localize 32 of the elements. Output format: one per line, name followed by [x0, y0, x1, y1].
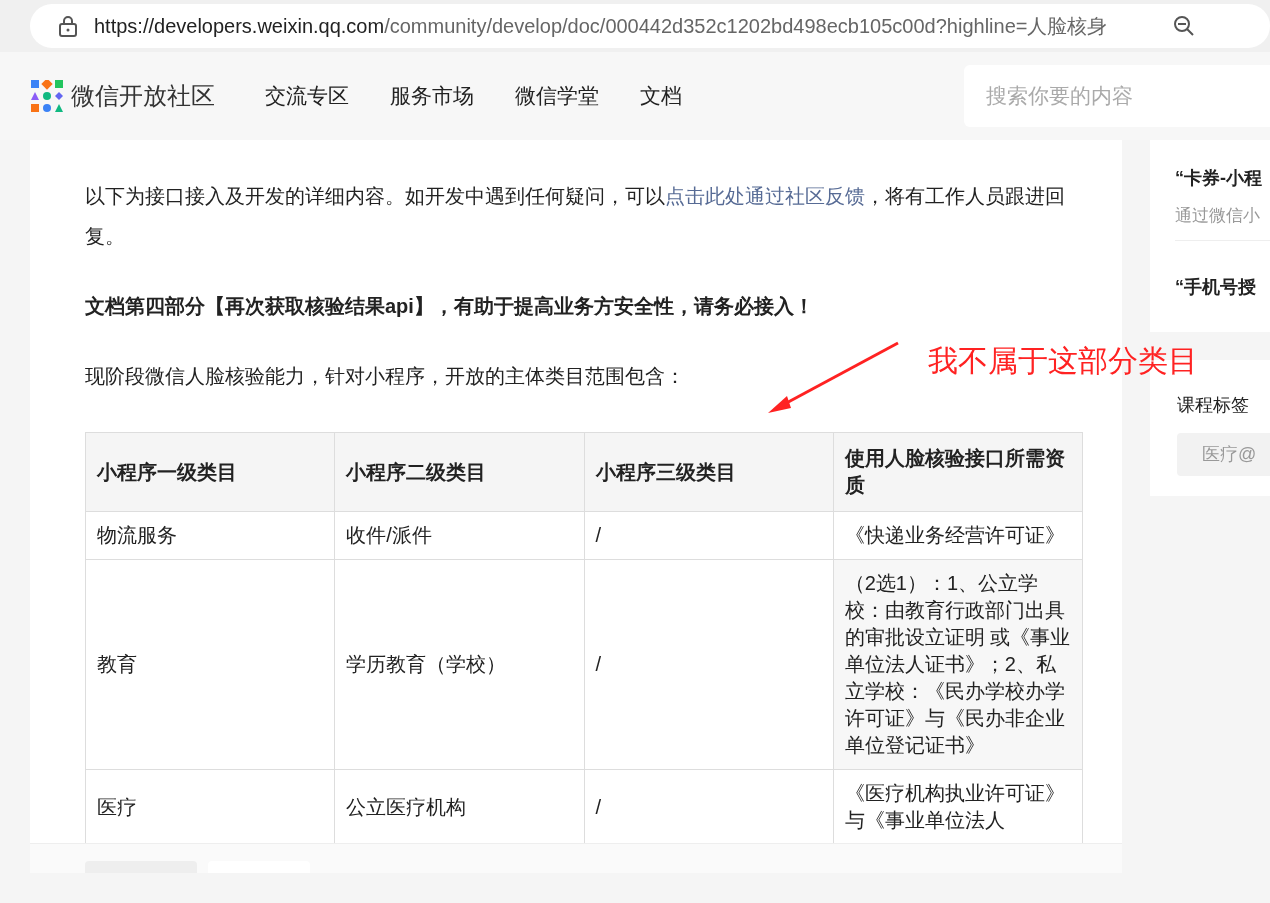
table-cell: 收件/派件: [334, 511, 584, 560]
scope-text: 现阶段微信人脸核验能力，针对小程序，开放的主体类目范围包含：: [85, 364, 685, 389]
logo-icon[interactable]: [31, 80, 63, 112]
column-header: 小程序一级类目: [85, 432, 335, 512]
nav-link[interactable]: 服务市场: [390, 80, 474, 112]
table-cell: /: [584, 559, 834, 770]
article-summary: 通过微信小: [1175, 205, 1261, 227]
site-name[interactable]: 微信开放社区: [71, 78, 215, 114]
column-header: 小程序二级类目: [334, 432, 584, 512]
url-text: https://developers.weixin.qq.com/community/develop/doc/000442d352c1202bd498ecb105c00d?highline=人脸核身: [94, 14, 1108, 39]
feedback-link[interactable]: 点击此处通过社区反馈: [665, 185, 865, 207]
table-cell: 教育: [85, 559, 335, 770]
article-title[interactable]: “手机号授: [1175, 275, 1270, 299]
tags-title: 课程标签: [1177, 394, 1250, 417]
table-cell: 《快递业务经营许可证》: [833, 511, 1083, 560]
annotation-text: 我不属于这部分类目: [928, 343, 1198, 379]
nav-link[interactable]: 文档: [640, 80, 682, 112]
table-cell: 物流服务: [85, 511, 335, 560]
lock-icon: [58, 15, 78, 37]
address-bar[interactable]: https://developers.weixin.qq.com/community/develop/doc/000442d352c1202bd498ecb105c00d?highline=人脸核身: [30, 4, 1270, 48]
intro-paragraph: 以下为接口接入及开发的详细内容。如开发中遇到任何疑问，可以点击此处通过社区反馈，将有工作人员跟进回复。: [85, 184, 1066, 249]
notice-text: 文档第四部分【再次获取核验结果api】，有助于提高业务方安全性，请务必接入！: [85, 294, 814, 319]
column-header: 小程序三级类目: [584, 432, 834, 512]
table-cell: （2选1）：1、公立学校：由教育行政部门出具的审批设立证明 或《事业单位法人证书》；2、私立学校：《民办学校办学许可证》与《民办非企业单位登记证书》: [833, 559, 1083, 770]
column-header: 使用人脸核验接口所需资质: [833, 432, 1083, 512]
nav-link[interactable]: 微信学堂: [515, 80, 599, 112]
table-cell: /: [584, 511, 834, 560]
nav-link[interactable]: 交流专区: [265, 80, 349, 112]
zoom-icon[interactable]: [1173, 15, 1196, 37]
article-title[interactable]: “卡券-小程: [1175, 166, 1270, 190]
search-field[interactable]: 搜索你要的内容: [964, 65, 1270, 127]
table-cell: 学历教育（学校）: [334, 559, 584, 770]
